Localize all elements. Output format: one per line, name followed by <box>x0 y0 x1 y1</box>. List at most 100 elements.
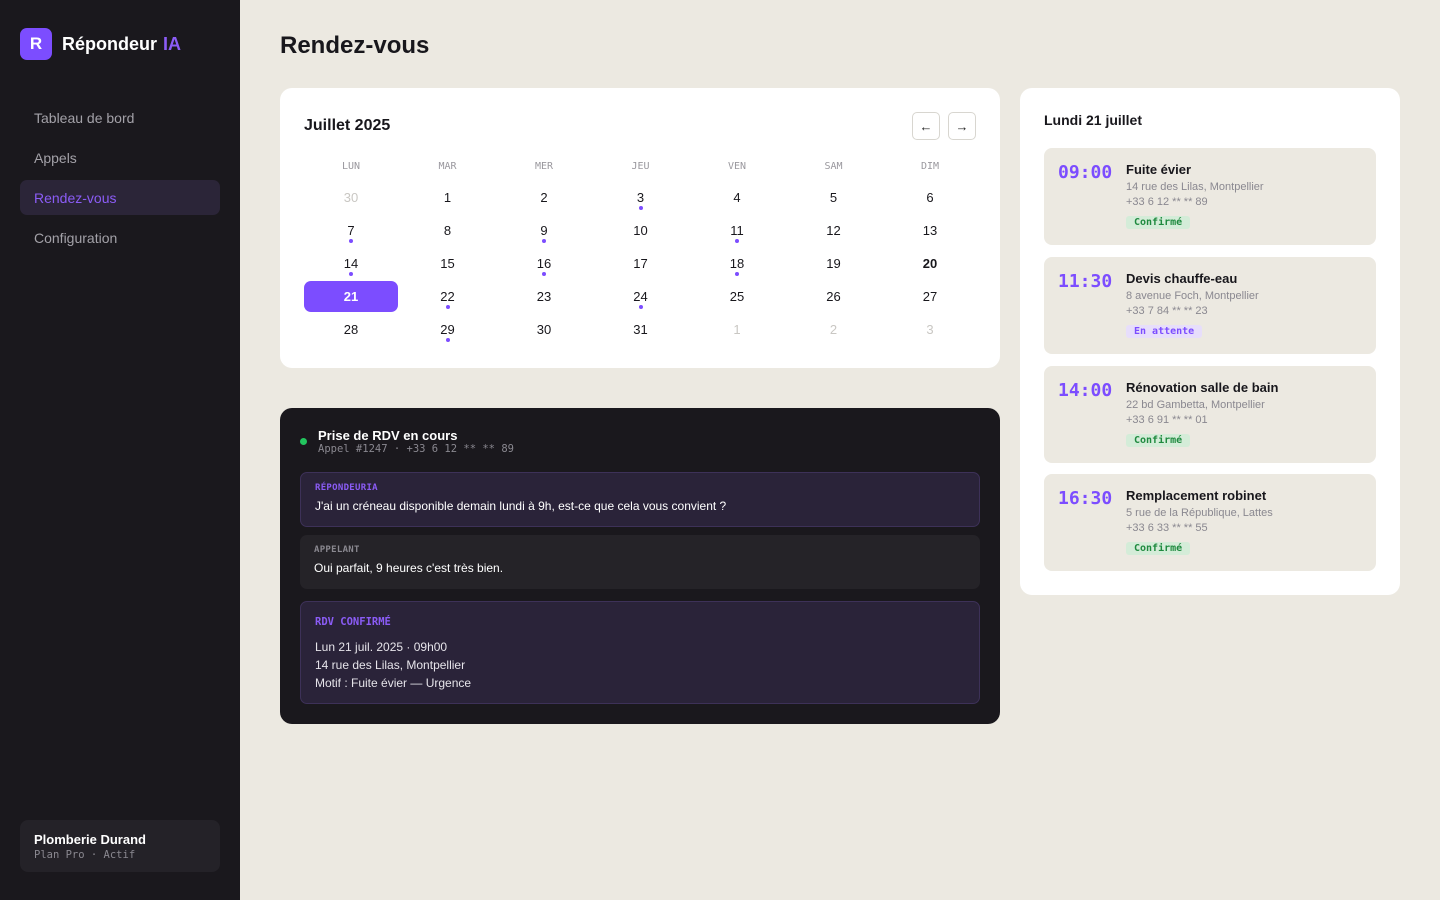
calendar-day[interactable]: 27 <box>883 281 977 312</box>
calendar-day[interactable]: 28 <box>304 314 398 345</box>
nav-item-dashboard[interactable]: Tableau de bord <box>20 100 220 135</box>
calendar-day[interactable]: 9 <box>497 215 591 246</box>
calendar-day[interactable]: 1 <box>401 182 495 213</box>
appointment-address: 14 rue des Lilas, Montpellier <box>1126 181 1264 193</box>
appointment-phone: +33 6 91 ** ** 01 <box>1126 414 1208 426</box>
calendar-day[interactable]: 24 <box>594 281 688 312</box>
account-name: Plomberie Durand <box>34 832 146 847</box>
prev-month-button[interactable]: ← <box>912 112 940 140</box>
calendar-day[interactable]: 3 <box>594 182 688 213</box>
day-appointments-panel: Lundi 21 juillet 09:00 Fuite évier 14 ru… <box>1020 88 1400 595</box>
appointment-time: 09:00 <box>1058 162 1113 183</box>
sidebar-nav: Tableau de bord Appels Rendez-vous Confi… <box>20 100 220 260</box>
calendar-day[interactable]: 2 <box>787 314 881 345</box>
appointment-address: 8 avenue Foch, Montpellier <box>1126 290 1259 302</box>
nav-item-appointments[interactable]: Rendez-vous <box>20 180 220 215</box>
calendar-day-number: 30 <box>343 190 359 205</box>
nav-item-calls[interactable]: Appels <box>20 140 220 175</box>
calendar-day[interactable]: 26 <box>787 281 881 312</box>
status-badge: Confirmé <box>1126 542 1191 555</box>
calendar-day-number: 8 <box>443 223 452 238</box>
appointment-card[interactable]: 11:30 Devis chauffe-eau 8 avenue Foch, M… <box>1044 257 1376 354</box>
nav-item-configuration[interactable]: Configuration <box>20 220 220 255</box>
calendar-day-number: 12 <box>826 223 841 238</box>
weekday-header: MER <box>534 161 554 172</box>
calendar-day[interactable]: 4 <box>690 182 784 213</box>
calendar-day-number: 16 <box>536 256 552 271</box>
calendar-day-number: 4 <box>733 190 741 205</box>
calendar-day[interactable]: 19 <box>787 248 881 279</box>
weekday-header: LUN <box>341 161 361 172</box>
calendar-day-selected[interactable]: 21 <box>304 281 398 312</box>
calendar-day[interactable]: 13 <box>883 215 977 246</box>
appointment-address: 5 rue de la République, Lattes <box>1126 507 1273 519</box>
appointment-indicator-dot <box>735 272 739 276</box>
calendar-day[interactable]: 23 <box>497 281 591 312</box>
appointment-title: Devis chauffe-eau <box>1126 271 1238 286</box>
calendar-day[interactable]: 25 <box>690 281 784 312</box>
calendar-day[interactable]: 10 <box>594 215 688 246</box>
appointment-card[interactable]: 16:30 Remplacement robinet 5 rue de la R… <box>1044 474 1376 571</box>
calendar-day[interactable]: 20 <box>883 248 977 279</box>
calendar-day-number: 25 <box>729 289 745 304</box>
weekday-header: DIM <box>920 161 940 172</box>
appointment-phone: +33 6 33 ** ** 55 <box>1126 522 1208 534</box>
calendar-day-number: 11 <box>730 223 744 238</box>
calendar-day-number: 3 <box>926 322 934 337</box>
calendar-day-number: 23 <box>536 289 552 304</box>
appointment-title: Fuite évier <box>1126 162 1192 177</box>
account-card[interactable]: Plomberie Durand Plan Pro · Actif <box>20 820 220 872</box>
calendar-day[interactable]: 18 <box>690 248 784 279</box>
appointment-indicator-dot <box>349 239 353 243</box>
live-status-dot <box>300 438 307 445</box>
appointment-indicator-dot <box>445 305 450 309</box>
calendar-day-number: 21 <box>343 289 359 304</box>
calendar-day[interactable]: 29 <box>401 314 495 345</box>
calendar-day[interactable]: 5 <box>787 182 881 213</box>
calendar-day-number: 18 <box>729 256 745 271</box>
calendar-day[interactable]: 16 <box>497 248 591 279</box>
status-badge: En attente <box>1126 325 1203 338</box>
appointment-indicator-dot <box>542 239 546 243</box>
calendar-day-number: 29 <box>440 322 455 337</box>
calendar-day[interactable]: 6 <box>883 182 977 213</box>
calendar-day-number: 19 <box>826 256 841 271</box>
calendar-day[interactable]: 11 <box>690 215 784 246</box>
calendar-day-number: 5 <box>829 190 838 205</box>
appointment-address: 22 bd Gambetta, Montpellier <box>1126 399 1265 411</box>
ai-message: RÉPONDEURIA J'ai un créneau disponible d… <box>300 472 980 527</box>
appointment-indicator-dot <box>349 272 353 276</box>
calendar-card: Juillet 2025 ← → LUN MAR MER JEU VEN SAM DIM 30… <box>280 88 1000 368</box>
next-month-button[interactable]: → <box>948 112 976 140</box>
calendar-day[interactable]: 31 <box>594 314 688 345</box>
calendar-day[interactable]: 22 <box>401 281 495 312</box>
appointment-card[interactable]: 14:00 Rénovation salle de bain 22 bd Gam… <box>1044 366 1376 463</box>
status-badge: Confirmé <box>1126 216 1191 229</box>
calendar-day[interactable]: 15 <box>401 248 495 279</box>
calendar-day-number: 2 <box>829 322 838 337</box>
calendar-day[interactable]: 17 <box>594 248 688 279</box>
brand[interactable]: R Répondeur IA <box>20 28 181 60</box>
appointment-card[interactable]: 09:00 Fuite évier 14 rue des Lilas, Mont… <box>1044 148 1376 245</box>
calendar-day[interactable]: 1 <box>690 314 784 345</box>
calendar-day[interactable]: 30 <box>304 182 398 213</box>
calendar-day[interactable]: 14 <box>304 248 398 279</box>
calendar-day[interactable]: 7 <box>304 215 398 246</box>
calendar-day-number: 27 <box>922 289 938 304</box>
calendar-day-number: 7 <box>347 223 355 238</box>
appointment-phone: +33 6 12 ** ** 89 <box>1126 196 1208 208</box>
calendar-day[interactable]: 30 <box>497 314 591 345</box>
weekday-header: MAR <box>438 161 457 172</box>
appointment-title: Rénovation salle de bain <box>1126 380 1279 395</box>
calendar-day[interactable]: 8 <box>401 215 495 246</box>
live-call-panel: Prise de RDV en cours Appel #1247 · +33 … <box>280 408 1000 724</box>
calendar-day[interactable]: 3 <box>883 314 977 345</box>
calendar-day-number: 26 <box>826 289 841 304</box>
weekday-header: SAM <box>824 161 843 172</box>
calendar-day[interactable]: 12 <box>787 215 881 246</box>
confirmation-reason: Motif : Fuite évier — Urgence <box>315 676 472 690</box>
calendar-day[interactable]: 2 <box>497 182 591 213</box>
appointment-indicator-dot <box>638 305 643 309</box>
appointment-time: 16:30 <box>1058 488 1113 509</box>
appointment-title: Remplacement robinet <box>1126 488 1267 503</box>
